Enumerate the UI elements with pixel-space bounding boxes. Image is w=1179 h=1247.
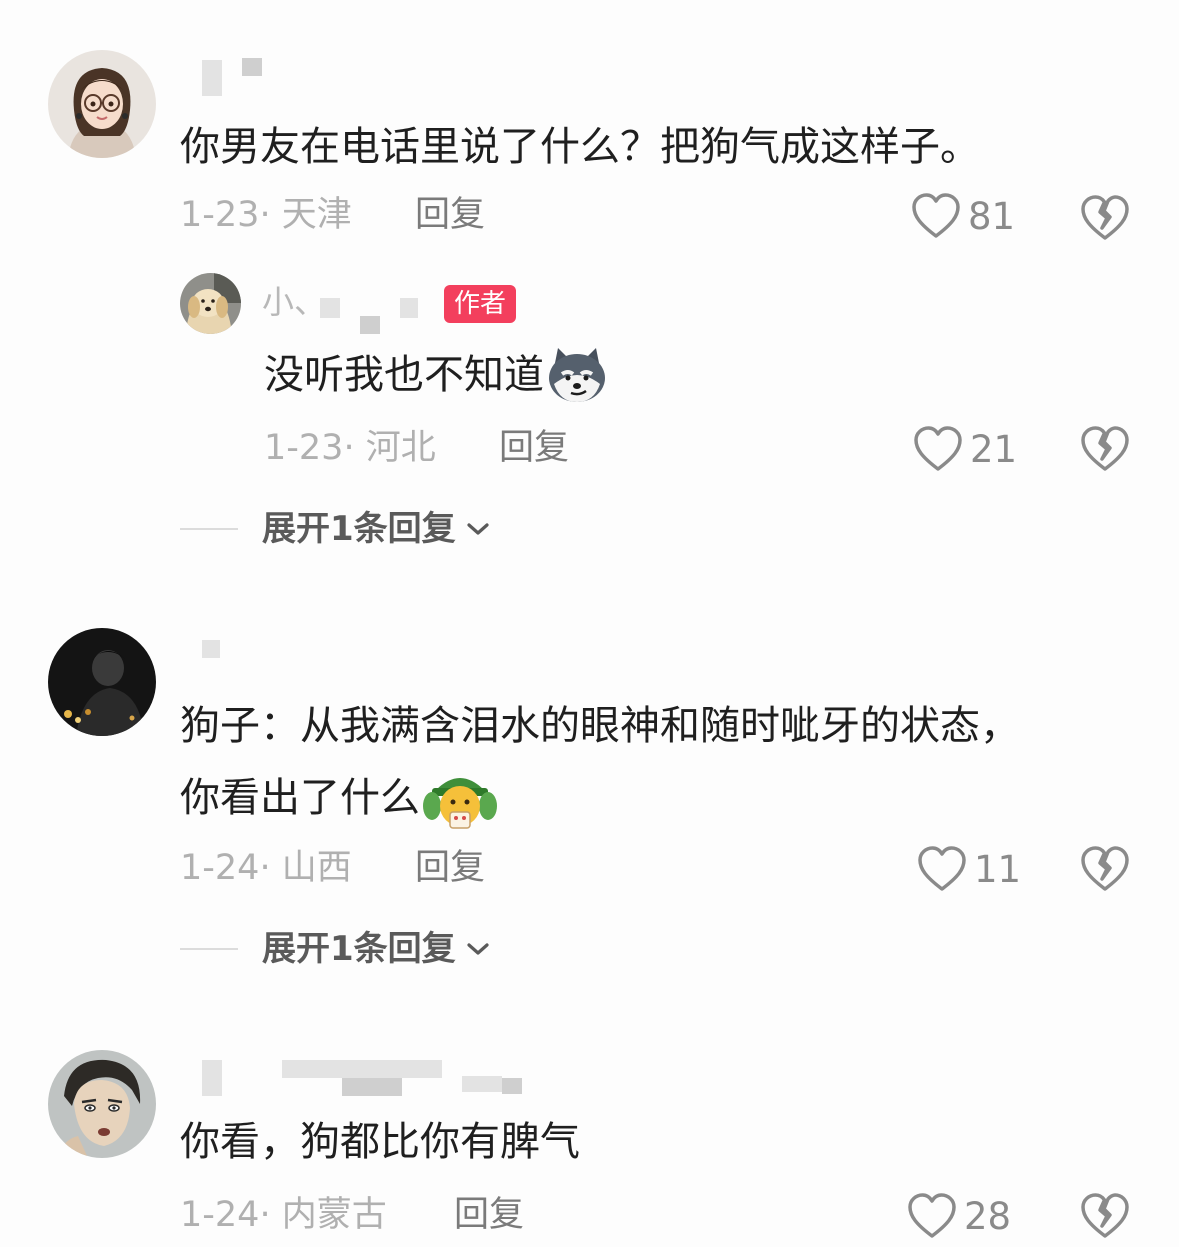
heart-icon [912,193,960,238]
username-blurred[interactable] [182,638,242,662]
golden-retriever-avatar[interactable] [180,273,241,334]
reply-text: 没听我也不知道 [264,352,544,398]
meta-separator: · [259,848,282,888]
like-button[interactable]: 81 [910,192,1015,240]
comment-date: 1-23 [180,195,260,235]
expand-replies-label: 展开1条回复 [262,509,456,549]
meta-separator: · [343,428,366,468]
reply-text-row: 没听我也不知道 [264,346,608,404]
reply-location: 河北 [365,428,436,468]
like-button[interactable]: 28 [906,1192,1011,1240]
comment-meta: 1-24· 山西 [180,851,352,886]
username-blurred[interactable] [182,1056,542,1100]
husky-smirk-emoji [549,348,605,402]
comment-text: 你看，狗都比你有脾气 [180,1119,580,1165]
username-blurred[interactable] [182,58,262,98]
dark-photo-avatar[interactable] [48,628,156,736]
meta-separator: · [259,1195,282,1235]
dislike-button[interactable] [1080,845,1130,897]
chevron-down-icon [467,523,489,535]
reply-date: 1-23 [264,428,344,468]
expand-replies-label: 展开1条回复 [262,929,456,969]
comment-date: 1-24 [180,848,260,888]
heart-icon [914,426,962,471]
dislike-button[interactable] [1080,1192,1130,1244]
heart-icon [908,1193,956,1238]
broken-heart-icon [1081,195,1129,240]
broken-heart-icon [1081,846,1129,891]
expand-replies-button[interactable]: 展开1条回复 [180,512,490,546]
comment-meta: 1-24· 内蒙古 [180,1198,387,1233]
like-button[interactable]: 11 [916,845,1021,893]
comment-location: 内蒙古 [281,1195,387,1235]
comment-location: 天津 [281,195,352,235]
comment-text-line: 狗子：从我满含泪水的眼神和随时呲牙的状态， [180,703,1020,749]
meta-separator: · [259,195,282,235]
reply-button[interactable]: 回复 [454,1198,524,1233]
reply-button[interactable]: 回复 [415,851,485,886]
reply-button[interactable]: 回复 [415,198,485,233]
divider-line [180,528,238,530]
reply-button[interactable]: 回复 [499,431,569,466]
dislike-button[interactable] [1080,425,1130,477]
girl-with-glasses-avatar[interactable] [48,50,156,158]
dislike-button[interactable] [1080,194,1130,246]
comment-meta: 1-23· 天津 [180,198,352,233]
comment-text-row: 你看出了什么 [180,766,498,830]
broken-heart-icon [1081,1193,1129,1238]
divider-line [180,948,238,950]
chevron-down-icon [467,943,489,955]
like-count: 28 [964,1194,1012,1238]
comment-date: 1-24 [180,1195,260,1235]
like-count: 11 [974,847,1022,891]
comment-text: 你男友在电话里说了什么？把狗气成这样子。 [180,124,980,170]
heart-icon [918,846,966,891]
reply-meta: 1-23· 河北 [264,431,436,466]
like-count: 21 [970,427,1018,471]
comment-location: 山西 [281,848,352,888]
author-badge: 作者 [444,285,517,323]
anime-man-avatar[interactable] [48,1050,156,1158]
green-hat-emoji [423,778,497,829]
comment-text-line: 你看出了什么 [180,775,420,821]
broken-heart-icon [1081,426,1129,471]
like-button[interactable]: 21 [912,425,1017,473]
expand-replies-button[interactable]: 展开1条回复 [180,932,490,966]
like-count: 81 [968,194,1016,238]
reply-username-text: 小、 [262,283,327,321]
